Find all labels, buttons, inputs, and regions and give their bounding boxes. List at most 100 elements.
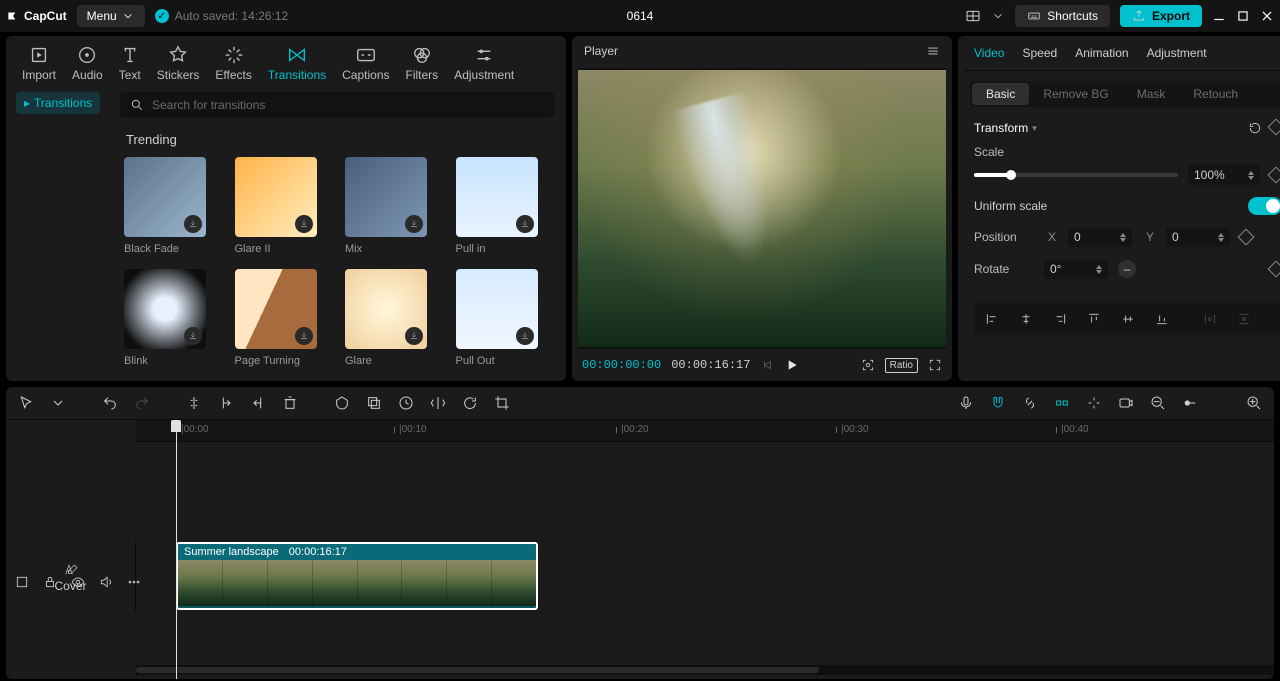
lock-icon[interactable]	[40, 572, 60, 592]
scale-spinner[interactable]	[1248, 171, 1254, 180]
shortcuts-button[interactable]: Shortcuts	[1015, 5, 1110, 27]
pos-y-spinner[interactable]	[1218, 233, 1224, 242]
rotate-step-button[interactable]: –	[1118, 260, 1136, 278]
video-clip[interactable]: Summer landscape 00:00:16:17	[176, 542, 538, 610]
download-icon[interactable]	[295, 215, 313, 233]
crop-icon[interactable]	[492, 393, 512, 413]
preview-icon[interactable]	[1084, 393, 1104, 413]
tab-effects[interactable]: Effects	[213, 42, 253, 84]
mute-icon[interactable]	[96, 572, 116, 592]
rotate-input[interactable]: 0°	[1044, 259, 1108, 279]
fullscreen-icon[interactable]	[928, 358, 942, 372]
inspector-tab-video[interactable]: Video	[974, 46, 1004, 60]
marker-icon[interactable]	[332, 393, 352, 413]
zoom-slider-icon[interactable]	[1180, 393, 1200, 413]
expand-icon[interactable]	[12, 572, 32, 592]
menu-button[interactable]: Menu	[77, 5, 145, 27]
rotate-icon[interactable]	[460, 393, 480, 413]
trim-right-icon[interactable]	[248, 393, 268, 413]
download-icon[interactable]	[184, 215, 202, 233]
snap-icon[interactable]	[1052, 393, 1072, 413]
transition-card-pageturn[interactable]: Page Turning	[235, 269, 317, 367]
transition-card-glare2[interactable]: Glare II	[235, 157, 317, 255]
copy-icon[interactable]	[364, 393, 384, 413]
tab-text[interactable]: Text	[117, 42, 143, 84]
tab-captions[interactable]: Captions	[340, 42, 391, 84]
transition-card-pullout[interactable]: Pull Out	[456, 269, 538, 367]
prev-frame-icon[interactable]	[760, 358, 774, 372]
timeline-tracks[interactable]: Summer landscape 00:00:16:17	[136, 442, 1274, 665]
trim-left-icon[interactable]	[216, 393, 236, 413]
align-hcenter-icon[interactable]	[1012, 307, 1040, 331]
chevron-down-icon[interactable]	[48, 393, 68, 413]
transition-card-glare[interactable]: Glare	[345, 269, 427, 367]
layout-icon[interactable]	[965, 8, 981, 24]
align-vcenter-icon[interactable]	[1114, 307, 1142, 331]
eye-icon[interactable]	[68, 572, 88, 592]
window-maximize-button[interactable]	[1236, 9, 1250, 23]
transition-card-blink[interactable]: Blink	[124, 269, 206, 367]
keyframe-icon[interactable]	[1238, 229, 1255, 246]
magnet-on-icon[interactable]	[988, 393, 1008, 413]
tab-import[interactable]: Import	[20, 42, 58, 84]
transition-card-mix[interactable]: Mix	[345, 157, 427, 255]
keyframe-icon[interactable]	[1268, 119, 1280, 136]
pos-x-spinner[interactable]	[1120, 233, 1126, 242]
download-icon[interactable]	[405, 327, 423, 345]
undo-icon[interactable]	[100, 393, 120, 413]
record-icon[interactable]	[1116, 393, 1136, 413]
export-button[interactable]: Export	[1120, 5, 1202, 27]
align-right-icon[interactable]	[1046, 307, 1074, 331]
window-close-button[interactable]	[1260, 9, 1274, 23]
inspector-tab-adjustment[interactable]: Adjustment	[1147, 46, 1207, 60]
download-icon[interactable]	[184, 327, 202, 345]
split-icon[interactable]	[184, 393, 204, 413]
redo-icon[interactable]	[132, 393, 152, 413]
zoom-out-icon[interactable]	[1148, 393, 1168, 413]
inspector-tab-animation[interactable]: Animation	[1075, 46, 1128, 60]
pointer-tool-icon[interactable]	[16, 393, 36, 413]
play-icon[interactable]	[784, 357, 800, 373]
timeline-ruler[interactable]: |00:00|00:10|00:20|00:30|00:40	[136, 420, 1274, 442]
uniform-scale-toggle[interactable]	[1248, 197, 1280, 215]
window-minimize-button[interactable]	[1212, 9, 1226, 23]
scale-value-input[interactable]: 100%	[1188, 165, 1260, 185]
transition-card-blackfade[interactable]: Black Fade	[124, 157, 206, 255]
tab-filters[interactable]: Filters	[404, 42, 441, 84]
tab-audio[interactable]: Audio	[70, 42, 105, 84]
inspector-tab-speed[interactable]: Speed	[1022, 46, 1057, 60]
delete-icon[interactable]	[280, 393, 300, 413]
player-menu-icon[interactable]	[926, 44, 940, 58]
ratio-button[interactable]: Ratio	[885, 358, 918, 373]
timeline-scrollbar[interactable]	[136, 665, 1274, 675]
align-left-icon[interactable]	[978, 307, 1006, 331]
chevron-down-icon[interactable]	[991, 9, 1005, 23]
align-bottom-icon[interactable]	[1148, 307, 1176, 331]
download-icon[interactable]	[295, 327, 313, 345]
rotate-spinner[interactable]	[1096, 265, 1102, 274]
download-icon[interactable]	[516, 215, 534, 233]
distribute-v-icon[interactable]	[1230, 307, 1258, 331]
pos-y-input[interactable]: 0	[1166, 227, 1230, 247]
inspector-subtab-remove-bg[interactable]: Remove BG	[1029, 83, 1122, 105]
tab-adjustment[interactable]: Adjustment	[452, 42, 516, 84]
download-icon[interactable]	[405, 215, 423, 233]
download-icon[interactable]	[516, 327, 534, 345]
player-viewport[interactable]	[578, 68, 946, 349]
align-top-icon[interactable]	[1080, 307, 1108, 331]
link-icon[interactable]	[1020, 393, 1040, 413]
inspector-subtab-mask[interactable]: Mask	[1123, 83, 1180, 105]
keyframe-icon[interactable]	[1268, 167, 1280, 184]
zoom-fit-icon[interactable]	[1244, 393, 1264, 413]
mirror-icon[interactable]	[428, 393, 448, 413]
distribute-h-icon[interactable]	[1196, 307, 1224, 331]
tab-stickers[interactable]: Stickers	[155, 42, 202, 84]
search-input[interactable]: Search for transitions	[120, 92, 554, 118]
inspector-subtab-retouch[interactable]: Retouch	[1179, 83, 1252, 105]
inspector-subtab-basic[interactable]: Basic	[972, 83, 1029, 105]
keyframe-icon[interactable]	[1268, 261, 1280, 278]
sidebar-item-transitions[interactable]: ▸ Transitions	[16, 92, 100, 114]
transition-card-pullin[interactable]: Pull in	[456, 157, 538, 255]
crop-focus-icon[interactable]	[861, 358, 875, 372]
speed-icon[interactable]	[396, 393, 416, 413]
